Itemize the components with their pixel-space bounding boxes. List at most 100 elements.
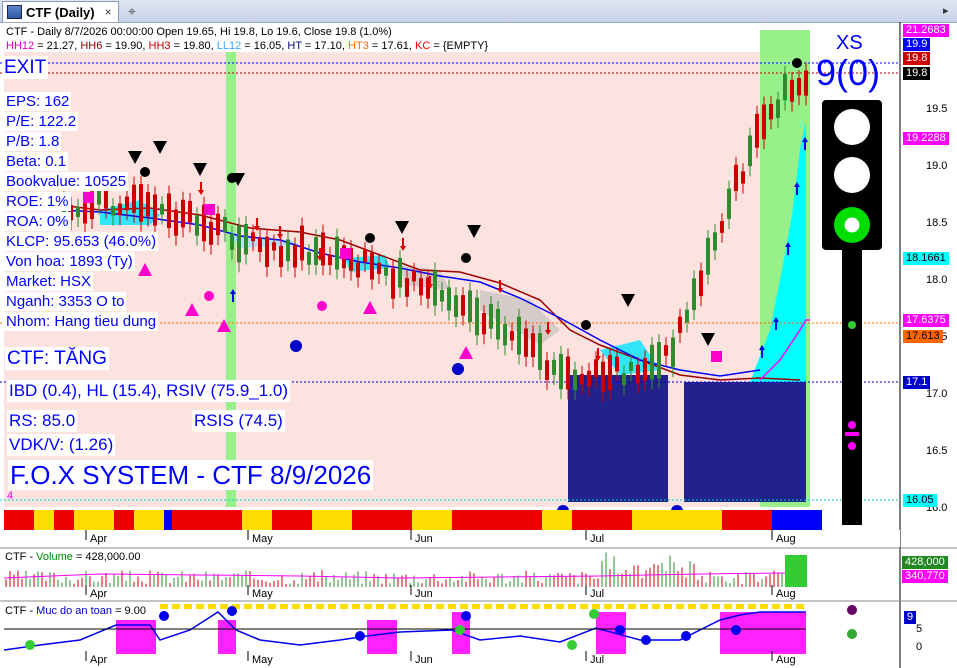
candle-body [643,358,647,381]
candle-body [699,270,703,297]
safety-strip-seg [460,604,468,609]
fundamental-item: ROE: 1% [4,192,71,211]
safety-dot [641,635,651,645]
candle-body [181,199,185,228]
candle-body [251,232,255,242]
safety-dot-green [567,640,577,650]
strip-segment [114,510,134,530]
rs-label: RS: 85.0 [7,410,78,432]
add-tab-icon[interactable]: ⌖ [128,3,136,20]
candle-body [265,236,269,267]
indicator-part: HH6 [80,40,103,52]
title-bar [0,0,957,23]
candle-body [419,278,423,296]
fundamental-item: Market: HSX [4,272,94,291]
strip-segment [134,510,164,530]
candle-body [657,342,661,379]
fundamental-item: P/E: 122.2 [4,112,79,131]
strip-segment [4,510,34,530]
safety-zone [367,620,397,654]
month-label: Aug [776,588,796,600]
candle-body [797,78,801,96]
safety-value-box: 9 [904,611,917,624]
scroll-right-icon[interactable]: ▸ [943,4,955,17]
month-label: Aug [776,533,796,545]
pole-dot-green [848,321,856,329]
safety-strip-seg [652,604,660,609]
candle-body [538,333,542,370]
candle-body [384,267,388,276]
safety-strip-seg [760,604,768,609]
dot-marker-icon [317,301,327,311]
safety-dot-green [455,625,465,635]
strip-segment [272,510,312,530]
safety-dot [461,611,471,621]
safety-strip-seg [364,604,372,609]
safety-dot [227,606,237,616]
month-label: May [252,654,273,666]
candle-body [503,324,507,346]
candle-body [629,362,633,371]
strip-segment [34,510,54,530]
safety-strip-seg [676,604,684,609]
candle-body [762,104,766,140]
indicator-part: = 17.10, [301,40,349,52]
candle-body [167,193,171,228]
strip-segment [542,510,572,530]
candle-body [776,99,780,118]
candle-body [405,278,409,297]
zero-marker-icon [581,320,591,330]
volume-block-2 [684,382,806,502]
strip-segment [164,510,172,530]
candle-body [608,355,612,391]
candle-body [790,79,794,102]
safety-dot-green [589,609,599,619]
safety-dot [681,631,691,641]
candle-body [706,237,710,275]
dot-marker-icon [204,291,214,301]
candle-body [650,344,654,380]
safety-zone [218,620,236,654]
candle-body [440,289,444,302]
safety-strip-seg [724,604,732,609]
safety-title-value: = 9.00 [112,605,146,617]
candle-body [545,360,549,380]
indicator-part: KC [415,40,431,52]
safety-strip-seg [436,604,444,609]
fundamental-item: Beta: 0.1 [4,152,69,171]
safety-dot [159,611,169,621]
month-label: Jun [415,588,433,600]
safety-tick-0: 0 [916,641,923,653]
indicator-part: HT [287,40,302,52]
strip-segment [632,510,722,530]
safety-strip-seg [556,604,564,609]
safety-strip-seg [208,604,216,609]
strip-segment [412,510,452,530]
candle-body [433,270,437,306]
safety-strip-seg [748,604,756,609]
strip-segment [452,510,542,530]
indicator-part: = 16.05, [241,40,288,52]
volume-title-prefix: CTF - [5,551,37,563]
price-level-box: 19.9 [903,38,931,51]
indicator-part: HT3 [348,40,369,52]
indicator-part: = {EMPTY} [430,40,489,52]
candle-body [552,359,556,375]
flag-marker-icon [340,248,351,259]
flag-marker-icon [711,351,722,362]
candle-body [727,188,731,219]
pole-bar-magenta [845,432,859,436]
safety-strip-seg [712,604,720,609]
safety-legend-dot-1 [847,605,857,615]
price-level-box: 21.2683 [903,24,949,37]
status-strip [4,510,822,530]
green-zone-1 [226,52,236,507]
month-label: Jul [590,654,604,666]
safety-strip-seg [316,604,324,609]
candle-body [489,304,493,329]
close-tab-icon[interactable]: × [105,5,112,19]
light-middle-icon [834,157,870,193]
tab-ctf-daily[interactable]: CTF (Daily) × [2,1,119,22]
price-tick: 18.5 [926,217,948,229]
pole-dot-magenta-2 [848,442,856,450]
